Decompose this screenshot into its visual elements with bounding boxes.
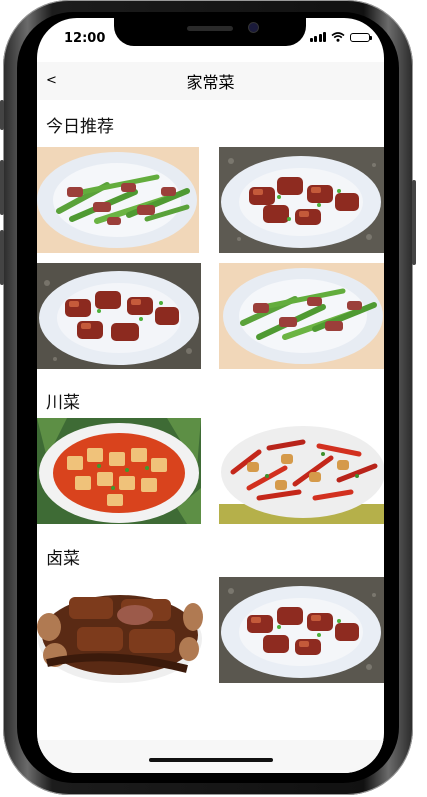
bottom-safe-area (37, 740, 384, 773)
content-area: 今日推荐 川菜 卤菜 (37, 100, 384, 740)
section-title-braised: 卤菜 (46, 549, 80, 569)
section-title-sichuan: 川菜 (46, 393, 80, 413)
speaker-grille (187, 26, 233, 31)
notch (114, 18, 306, 46)
dish-image-mapo-tofu[interactable] (37, 418, 201, 524)
dish-image-green-pepper-pork[interactable] (219, 263, 384, 369)
battery-icon (350, 32, 372, 42)
wifi-icon (331, 32, 345, 42)
volume-down-button (0, 230, 4, 285)
front-camera (249, 23, 258, 32)
signal-icon (309, 32, 326, 42)
dish-image-braised-pork[interactable] (219, 147, 384, 253)
dish-image-braised-pork[interactable] (219, 577, 384, 683)
power-button (412, 180, 416, 265)
mute-switch (0, 100, 4, 130)
status-icons (309, 32, 372, 42)
home-indicator[interactable] (149, 758, 273, 762)
status-time: 12:00 (64, 31, 106, 46)
volume-up-button (0, 160, 4, 215)
dish-image-spicy-chicken[interactable] (219, 418, 384, 524)
navigation-bar: < 家常菜 (37, 62, 384, 100)
page-title: 家常菜 (186, 73, 235, 92)
dish-image-braised-pork[interactable] (37, 263, 201, 369)
screen: 12:00 < 家常菜 今日推荐 川菜 卤菜 (37, 18, 384, 773)
dish-image-braised-meats[interactable] (37, 577, 203, 683)
dish-image-green-pepper-pork[interactable] (37, 147, 199, 253)
section-title-recommended: 今日推荐 (46, 117, 114, 137)
